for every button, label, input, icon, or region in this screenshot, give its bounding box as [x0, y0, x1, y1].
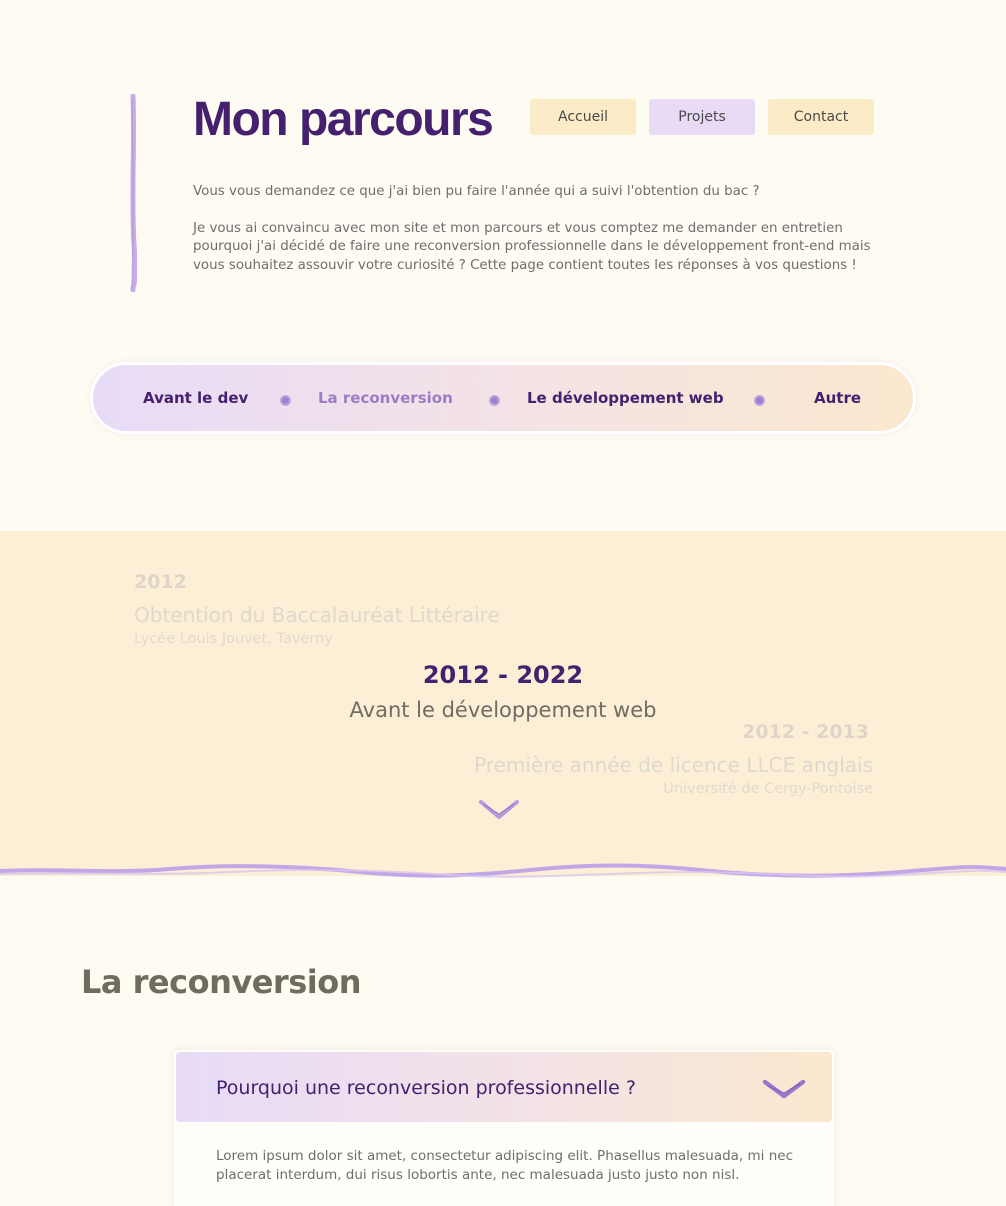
timeline-period: 2012 - 2022	[422, 661, 584, 689]
decorative-wave-divider	[0, 860, 1006, 878]
separator-dot-icon	[280, 395, 291, 406]
separator-dot-icon	[754, 395, 765, 406]
intro-text: Vous vous demandez ce que j'ai bien pu f…	[193, 183, 883, 275]
decorative-vertical-line	[130, 94, 137, 292]
timeline-entry-title: Obtention du Baccalauréat Littéraire	[134, 603, 500, 627]
chevron-down-icon[interactable]	[762, 1077, 806, 1101]
nav-contact-button[interactable]: Contact	[768, 99, 874, 135]
nav-accueil-button[interactable]: Accueil	[530, 99, 636, 135]
faq-accordion: Pourquoi une reconversion professionnell…	[174, 1050, 834, 1206]
nav-projets-button[interactable]: Projets	[649, 99, 755, 135]
timeline-entry-year: 2012 - 2013	[742, 721, 869, 743]
section-nav: Avant le dev La reconversion Le développ…	[90, 362, 916, 434]
chevron-down-icon[interactable]	[479, 797, 519, 821]
timeline-entry-place: Lycée Louis Jouvet, Taverny	[134, 631, 333, 647]
accordion-question: Pourquoi une reconversion professionnell…	[216, 1077, 636, 1099]
accordion-answer: Lorem ipsum dolor sit amet, consectetur …	[216, 1148, 793, 1183]
timeline-entry-place: Université de Cergy-Pontoise	[663, 781, 873, 797]
section-title: La reconversion	[81, 963, 361, 1001]
timeline-entry-title: Première année de licence LLCE anglais	[474, 753, 873, 777]
intro-paragraph: Vous vous demandez ce que j'ai bien pu f…	[193, 184, 760, 199]
accordion-header[interactable]: Pourquoi une reconversion professionnell…	[176, 1052, 832, 1122]
section-nav-la-reconversion[interactable]: La reconversion	[318, 389, 453, 407]
timeline-period-title: Avant le développement web	[349, 698, 657, 722]
section-nav-autre[interactable]: Autre	[814, 389, 861, 407]
section-nav-avant-le-dev[interactable]: Avant le dev	[143, 389, 248, 407]
separator-dot-icon	[489, 395, 500, 406]
main-nav: Accueil Projets Contact	[530, 99, 874, 135]
timeline-entry-year: 2012	[134, 571, 187, 593]
page-title: Mon parcours	[193, 93, 494, 146]
intro-paragraph: Je vous ai convaincu avec mon site et mo…	[193, 220, 871, 273]
section-nav-developpement-web[interactable]: Le développement web	[527, 389, 724, 407]
